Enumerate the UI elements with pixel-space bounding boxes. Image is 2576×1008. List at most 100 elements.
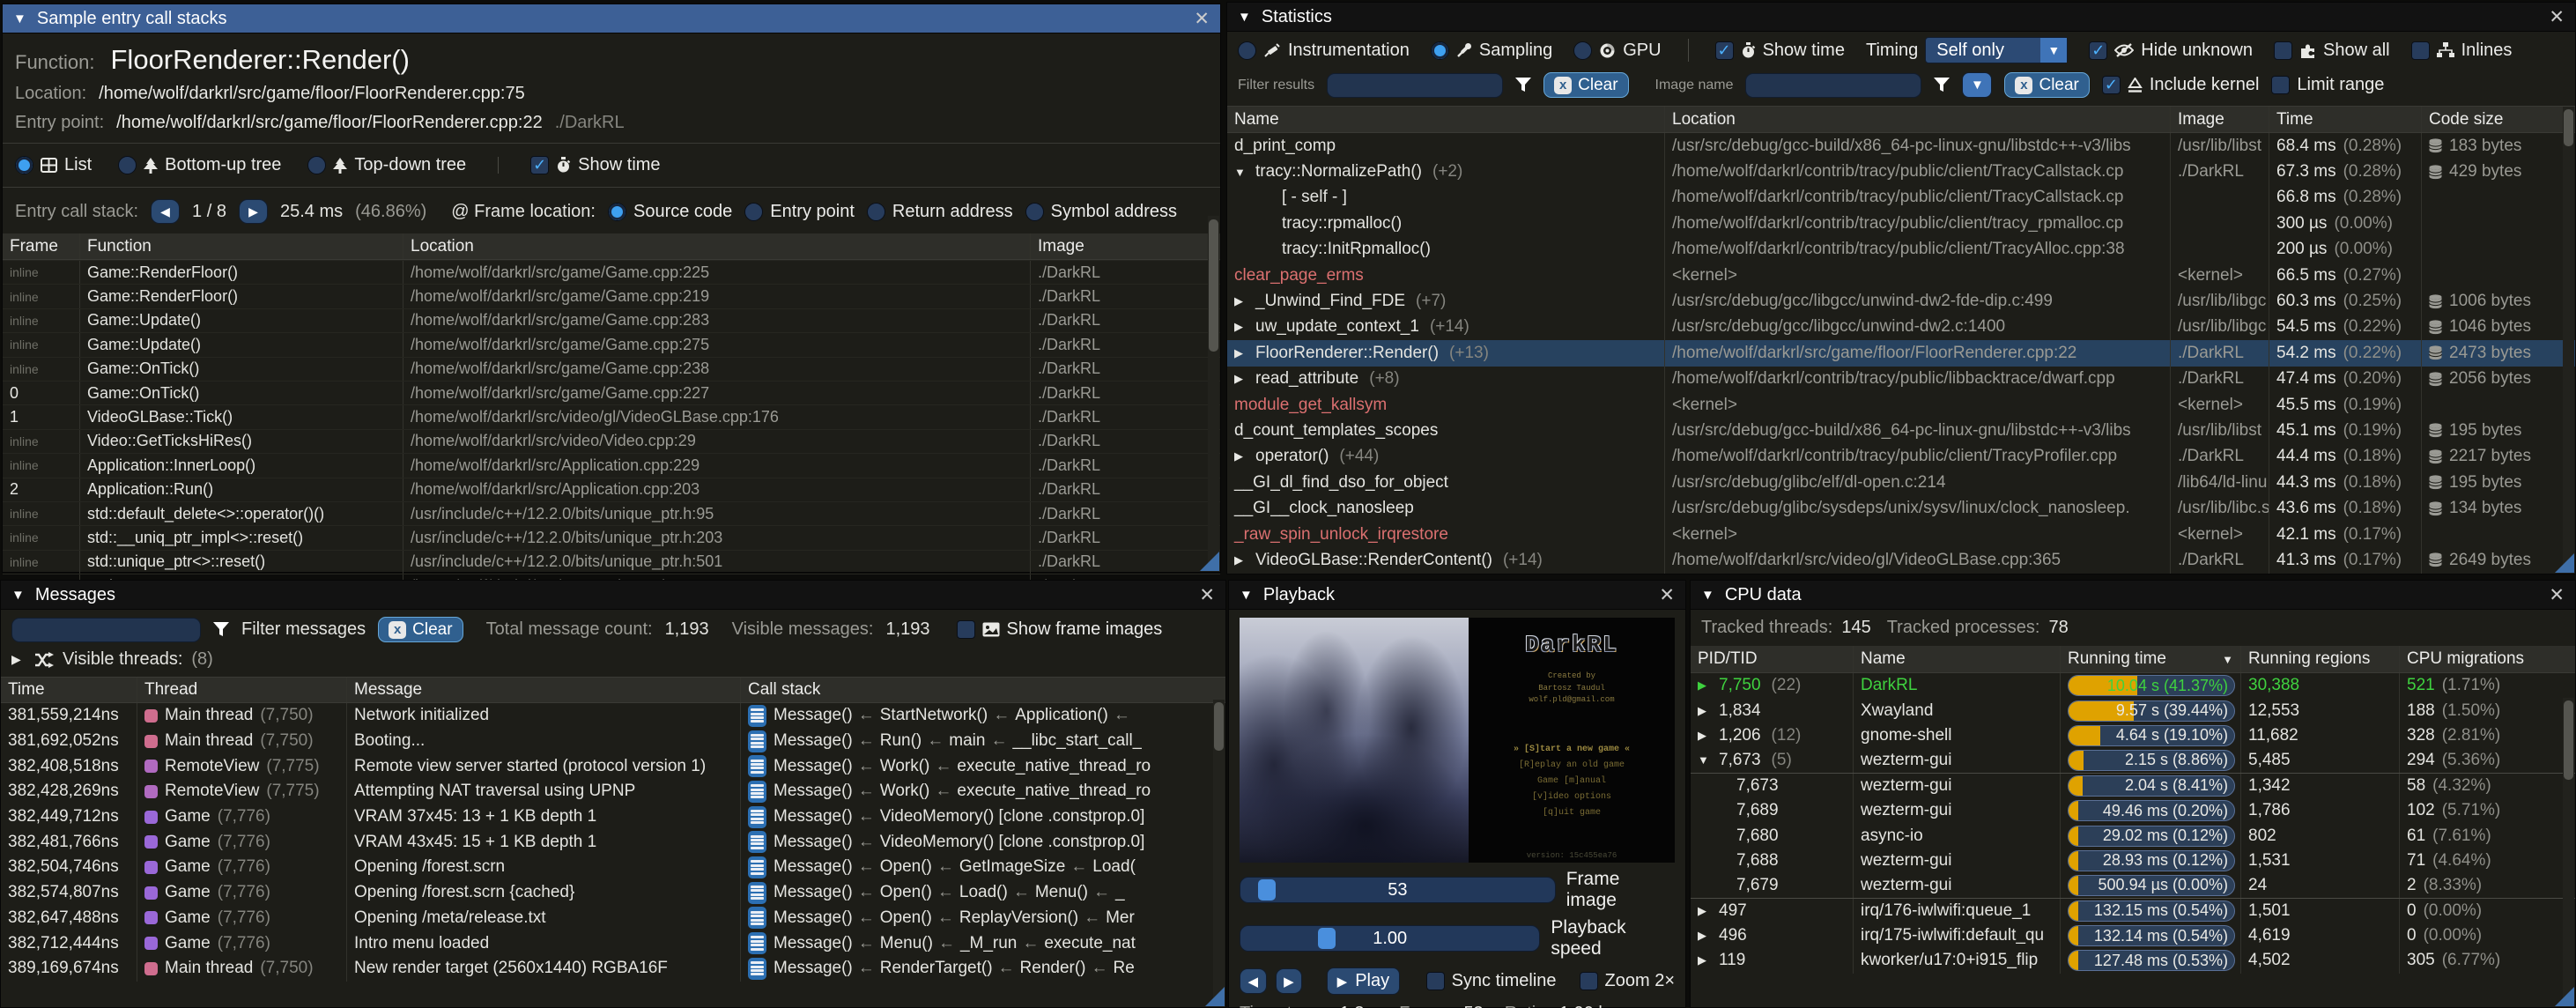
view-mode-list[interactable]: List xyxy=(15,155,92,175)
call-stack-cell[interactable]: Message()←Menu()←_M_run←execute_nat xyxy=(741,930,1225,956)
call-stack-cell[interactable]: Message()←Run()←main←__libc_start_call_ xyxy=(741,729,1225,754)
call-stack-cell[interactable]: Message()←Work()←execute_native_thread_r… xyxy=(741,779,1225,804)
cpu-row[interactable]: 7,689 wezterm-gui 49.46 ms (0.20%) 1,786… xyxy=(1691,798,2575,823)
col-running-regions[interactable]: Running regions xyxy=(2241,646,2400,672)
resize-grip[interactable] xyxy=(1200,552,1219,571)
next-stack-button[interactable]: ▶ xyxy=(239,199,268,224)
prev-stack-button[interactable]: ◀ xyxy=(151,199,180,224)
call-stack-cell[interactable]: Message()←Work()←execute_native_thread_r… xyxy=(741,753,1225,779)
radio-entry-point[interactable] xyxy=(744,203,763,221)
name-cell[interactable]: __GI_dl_find_dso_for_object xyxy=(1227,470,1665,495)
statistics-row[interactable]: clear_page_erms <kernel> <kernel> 66.5 m… xyxy=(1227,263,2575,288)
pid-cell[interactable]: 7,673 xyxy=(1691,774,1854,798)
chevron-down-icon[interactable]: ▼ xyxy=(2040,38,2067,63)
message-row[interactable]: 382,408,518ns RemoteView(7,775) Remote v… xyxy=(1,753,1225,779)
call-stack-row[interactable]: inline Application::InnerLoop() /home/wo… xyxy=(3,453,1220,477)
name-cell[interactable]: ▶operator()(+44) xyxy=(1227,444,1665,470)
show-time-toggle[interactable]: ✓ Show time xyxy=(530,155,660,175)
radio-list[interactable] xyxy=(15,156,33,174)
name-cell[interactable]: d_print_comp xyxy=(1227,133,1665,159)
call-stack-icon[interactable] xyxy=(748,882,766,904)
radio-source-code[interactable] xyxy=(608,203,626,221)
pid-cell[interactable]: ▶497 xyxy=(1691,899,1854,923)
scrollbar-thumb[interactable] xyxy=(1209,219,1218,352)
call-stack-icon[interactable] xyxy=(748,907,766,929)
timing-dropdown[interactable]: Self only ▼ xyxy=(1925,37,2068,63)
pid-cell[interactable]: 7,679 xyxy=(1691,873,1854,897)
inlines-toggle[interactable]: Inlines xyxy=(2411,41,2513,61)
limit-range-toggle[interactable]: Limit range xyxy=(2271,75,2384,95)
name-cell[interactable]: ▶_Unwind_Find_FDE(+7) xyxy=(1227,288,1665,314)
message-row[interactable]: 382,504,746ns Game(7,776) Opening /fores… xyxy=(1,855,1225,880)
call-stack-icon[interactable] xyxy=(748,806,766,828)
col-pid-tid[interactable]: PID/TID xyxy=(1691,646,1854,672)
scrollbar-track[interactable] xyxy=(1208,216,1219,571)
scrollbar-thumb[interactable] xyxy=(1214,702,1224,751)
cpu-row[interactable]: 7,679 wezterm-gui 500.94 µs (0.00%) 24 2… xyxy=(1691,873,2575,898)
stats-show-time-toggle[interactable]: ✓ Show time xyxy=(1715,41,1845,61)
statistics-row[interactable]: tracy::rpmalloc() /home/wolf/darkrl/cont… xyxy=(1227,211,2575,236)
call-stack-row[interactable]: inline Game::RenderFloor() /home/wolf/da… xyxy=(3,260,1220,284)
name-cell[interactable]: __GI__clock_nanosleep xyxy=(1227,495,1665,521)
col-code-size[interactable]: Code size xyxy=(2422,107,2575,132)
funnel-icon[interactable] xyxy=(1934,78,1950,93)
radio-top-down[interactable] xyxy=(307,156,326,174)
col-time[interactable]: Time xyxy=(2269,107,2422,132)
close-icon[interactable]: ✕ xyxy=(1659,586,1675,604)
close-icon[interactable]: ✕ xyxy=(1194,10,1210,28)
frame-loc-source[interactable]: Source code xyxy=(608,202,732,222)
col-location[interactable]: Location xyxy=(1665,107,2171,132)
name-cell[interactable]: tracy::rpmalloc() xyxy=(1227,211,1665,236)
function-cell[interactable]: Game::OnTick() xyxy=(80,358,403,381)
call-stack-icon[interactable] xyxy=(748,705,766,727)
message-row[interactable]: 382,428,269ns RemoteView(7,775) Attempti… xyxy=(1,779,1225,804)
clear-image-filter-button[interactable]: xClear xyxy=(2004,72,2089,98)
col-name[interactable]: Name xyxy=(1854,646,2061,672)
function-cell[interactable]: Application::Run() xyxy=(80,478,403,501)
message-row[interactable]: 382,574,807ns Game(7,776) Opening /fores… xyxy=(1,880,1225,906)
step-back-button[interactable]: ◀ xyxy=(1240,968,1267,994)
message-row[interactable]: 382,712,444ns Game(7,776) Intro menu loa… xyxy=(1,930,1225,956)
show-frame-images-checkbox[interactable] xyxy=(957,620,975,639)
name-cell[interactable]: tracy::InitRpmalloc() xyxy=(1227,237,1665,263)
function-cell[interactable]: Game::RenderFloor() xyxy=(80,261,403,284)
thread-cell[interactable]: Game(7,776) xyxy=(137,804,347,830)
frame-loc-entry[interactable]: Entry point xyxy=(744,202,855,222)
call-stack-icon[interactable] xyxy=(748,856,766,878)
pid-cell[interactable]: 7,689 xyxy=(1691,798,1854,823)
name-cell[interactable]: ▶VideoGLBase::RenderContent()(+14) xyxy=(1227,547,1665,573)
resize-grip[interactable] xyxy=(1205,987,1225,1006)
hide-unknown-checkbox[interactable]: ✓ xyxy=(2089,41,2107,60)
call-stack-row[interactable]: 1 VideoGLBase::Tick() /home/wolf/darkrl/… xyxy=(3,404,1220,428)
name-cell[interactable]: module_get_kallsym xyxy=(1227,392,1665,418)
pid-cell[interactable]: ▶496 xyxy=(1691,923,1854,948)
function-cell[interactable]: Application::InnerLoop() xyxy=(80,454,403,477)
funnel-icon[interactable] xyxy=(1515,78,1531,93)
image-filter-dropdown-button[interactable]: ▼ xyxy=(1962,72,1992,98)
visible-threads-label[interactable]: Visible threads: xyxy=(63,649,182,670)
message-row[interactable]: 389,169,674ns Main thread(7,750) New ren… xyxy=(1,956,1225,982)
col-image[interactable]: Image xyxy=(1031,233,1220,259)
function-cell[interactable]: Game::Update() xyxy=(80,333,403,356)
show-all-toggle[interactable]: Show all xyxy=(2274,41,2390,61)
name-cell[interactable]: [ - self - ] xyxy=(1227,185,1665,211)
statistics-row[interactable]: d_print_comp /usr/src/debug/gcc-build/x8… xyxy=(1227,133,2575,159)
function-cell[interactable]: std::__uniq_ptr_impl<>::reset() xyxy=(80,526,403,549)
call-stack-row[interactable]: inline Game::RenderFloor() /home/wolf/da… xyxy=(3,284,1220,308)
show-frame-images-toggle[interactable]: Show frame images xyxy=(957,619,1163,640)
scrollbar-thumb[interactable] xyxy=(2564,700,2573,780)
entry-point-value[interactable]: /home/wolf/darkrl/src/game/floor/FloorRe… xyxy=(116,113,543,133)
scrollbar-track[interactable] xyxy=(2563,698,2574,1006)
cpu-row[interactable]: ▼7,673(5) wezterm-gui 2.15 s (8.86%) 5,4… xyxy=(1691,748,2575,773)
function-cell[interactable]: VideoGLBase::Tick() xyxy=(80,405,403,428)
radio-gpu[interactable] xyxy=(1573,41,1592,60)
statistics-row[interactable]: ▶FloorRenderer::Render()(+13) /home/wolf… xyxy=(1227,340,2575,366)
name-cell[interactable]: clear_page_erms xyxy=(1227,263,1665,288)
collapse-icon[interactable]: ▼ xyxy=(1701,588,1714,603)
statistics-row[interactable]: d_count_templates_scopes /usr/src/debug/… xyxy=(1227,418,2575,443)
close-icon[interactable]: ✕ xyxy=(2549,586,2565,604)
call-stack-row[interactable]: inline std::default_delete<>::operator()… xyxy=(3,501,1220,525)
view-mode-bottom-up[interactable]: Bottom-up tree xyxy=(118,155,281,175)
name-cell[interactable]: d_count_templates_scopes xyxy=(1227,418,1665,443)
call-stack-cell[interactable]: Message()←Open()←ReplayVersion()←Mer xyxy=(741,906,1225,931)
